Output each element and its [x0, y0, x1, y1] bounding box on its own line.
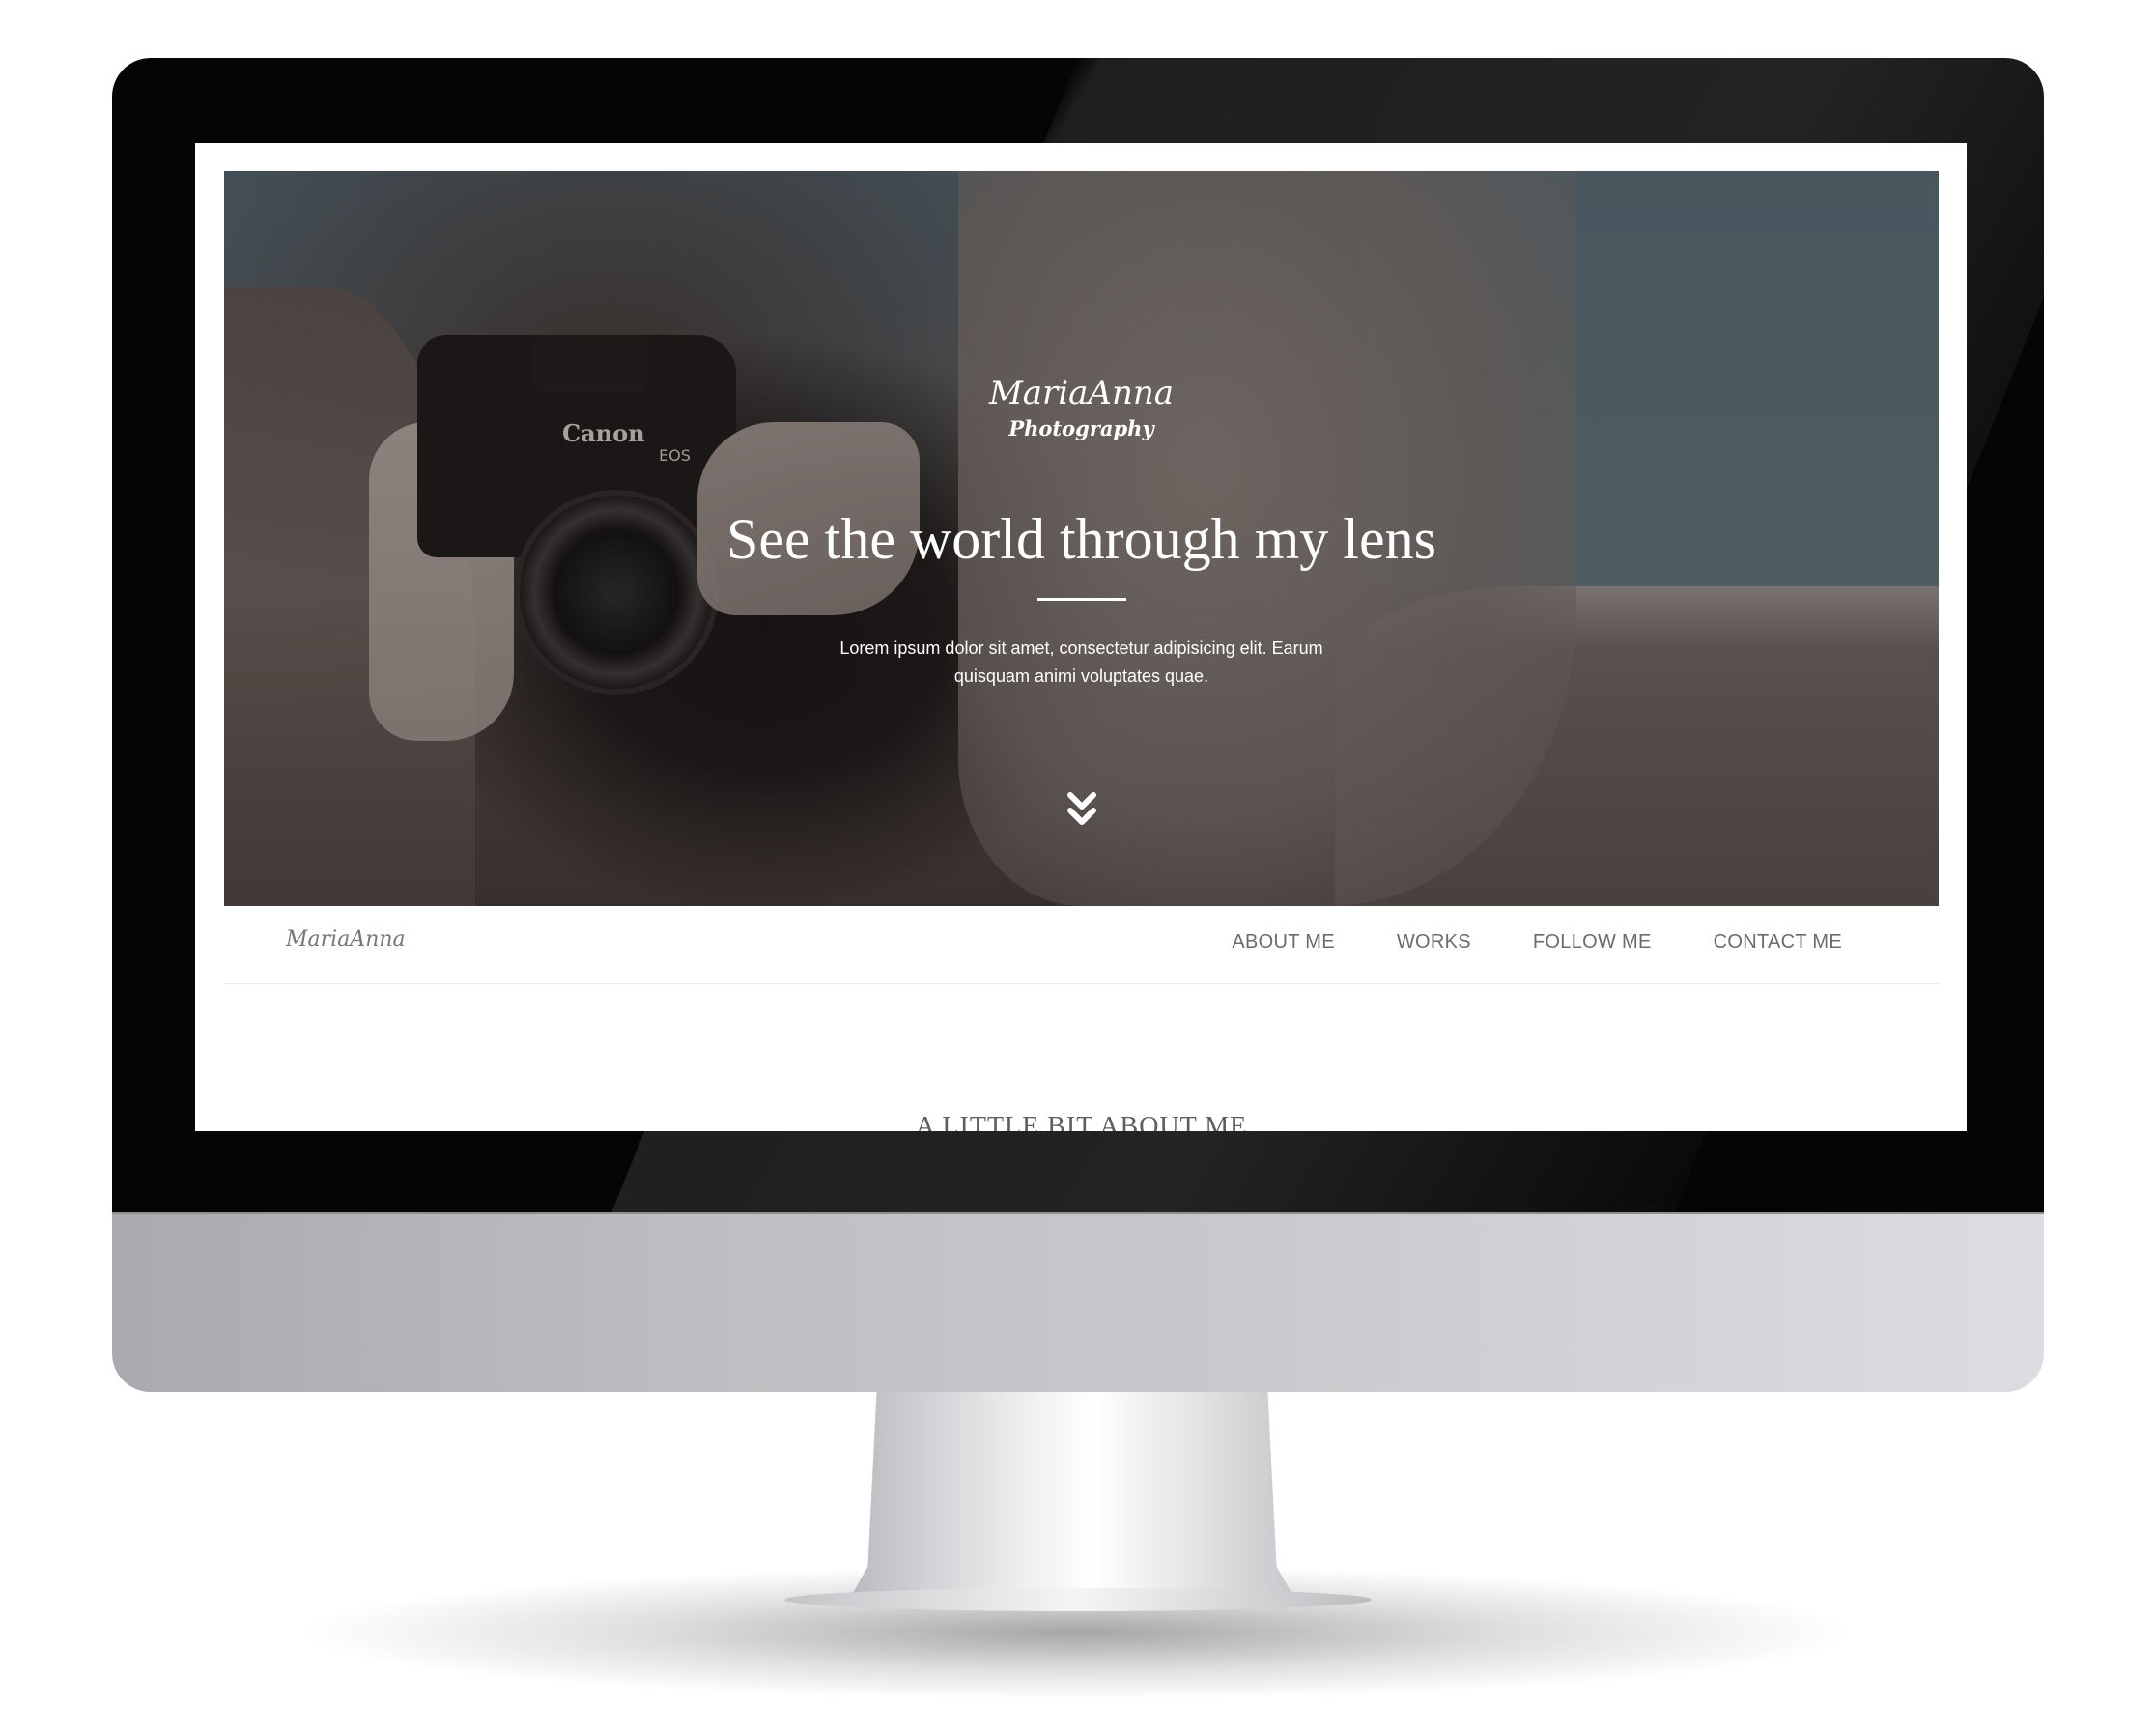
hero-description: Lorem ipsum dolor sit amet, consectetur … [839, 639, 1323, 686]
nav-logo[interactable]: MariaAnna [286, 927, 406, 952]
desktop-mockup-scene: Canon EOS MariaAnna Photography See the … [0, 0, 2156, 1733]
nav-item-follow-me[interactable]: FOLLOW ME [1533, 931, 1652, 953]
nav-menu: ABOUT ME WORKS FOLLOW ME CONTACT ME [1170, 931, 1842, 953]
hero-brand-logo: MariaAnna Photography [224, 374, 1939, 443]
about-section-title: A LITTLE BIT ABOUT ME [915, 1112, 1248, 1131]
hero-divider [1037, 598, 1126, 601]
hero-brand-subtitle: Photography [1008, 416, 1154, 440]
main-navbar: MariaAnna ABOUT ME WORKS FOLLOW ME CONTA… [224, 906, 1939, 984]
hero-brand-name: MariaAnna [988, 374, 1175, 412]
double-chevron-down-icon[interactable] [1063, 789, 1101, 832]
monitor-chin [112, 1212, 2044, 1392]
monitor-screen: Canon EOS MariaAnna Photography See the … [195, 143, 1967, 1131]
hero-section: Canon EOS MariaAnna Photography See the … [224, 171, 1939, 906]
nav-item-contact-me[interactable]: CONTACT ME [1714, 931, 1842, 953]
nav-item-about-me[interactable]: ABOUT ME [1232, 931, 1335, 953]
monitor-stand-base [784, 1588, 1372, 1611]
monitor-stand [850, 1390, 1294, 1598]
hero-title: See the world through my lens [726, 507, 1436, 571]
nav-item-works[interactable]: WORKS [1397, 931, 1471, 953]
